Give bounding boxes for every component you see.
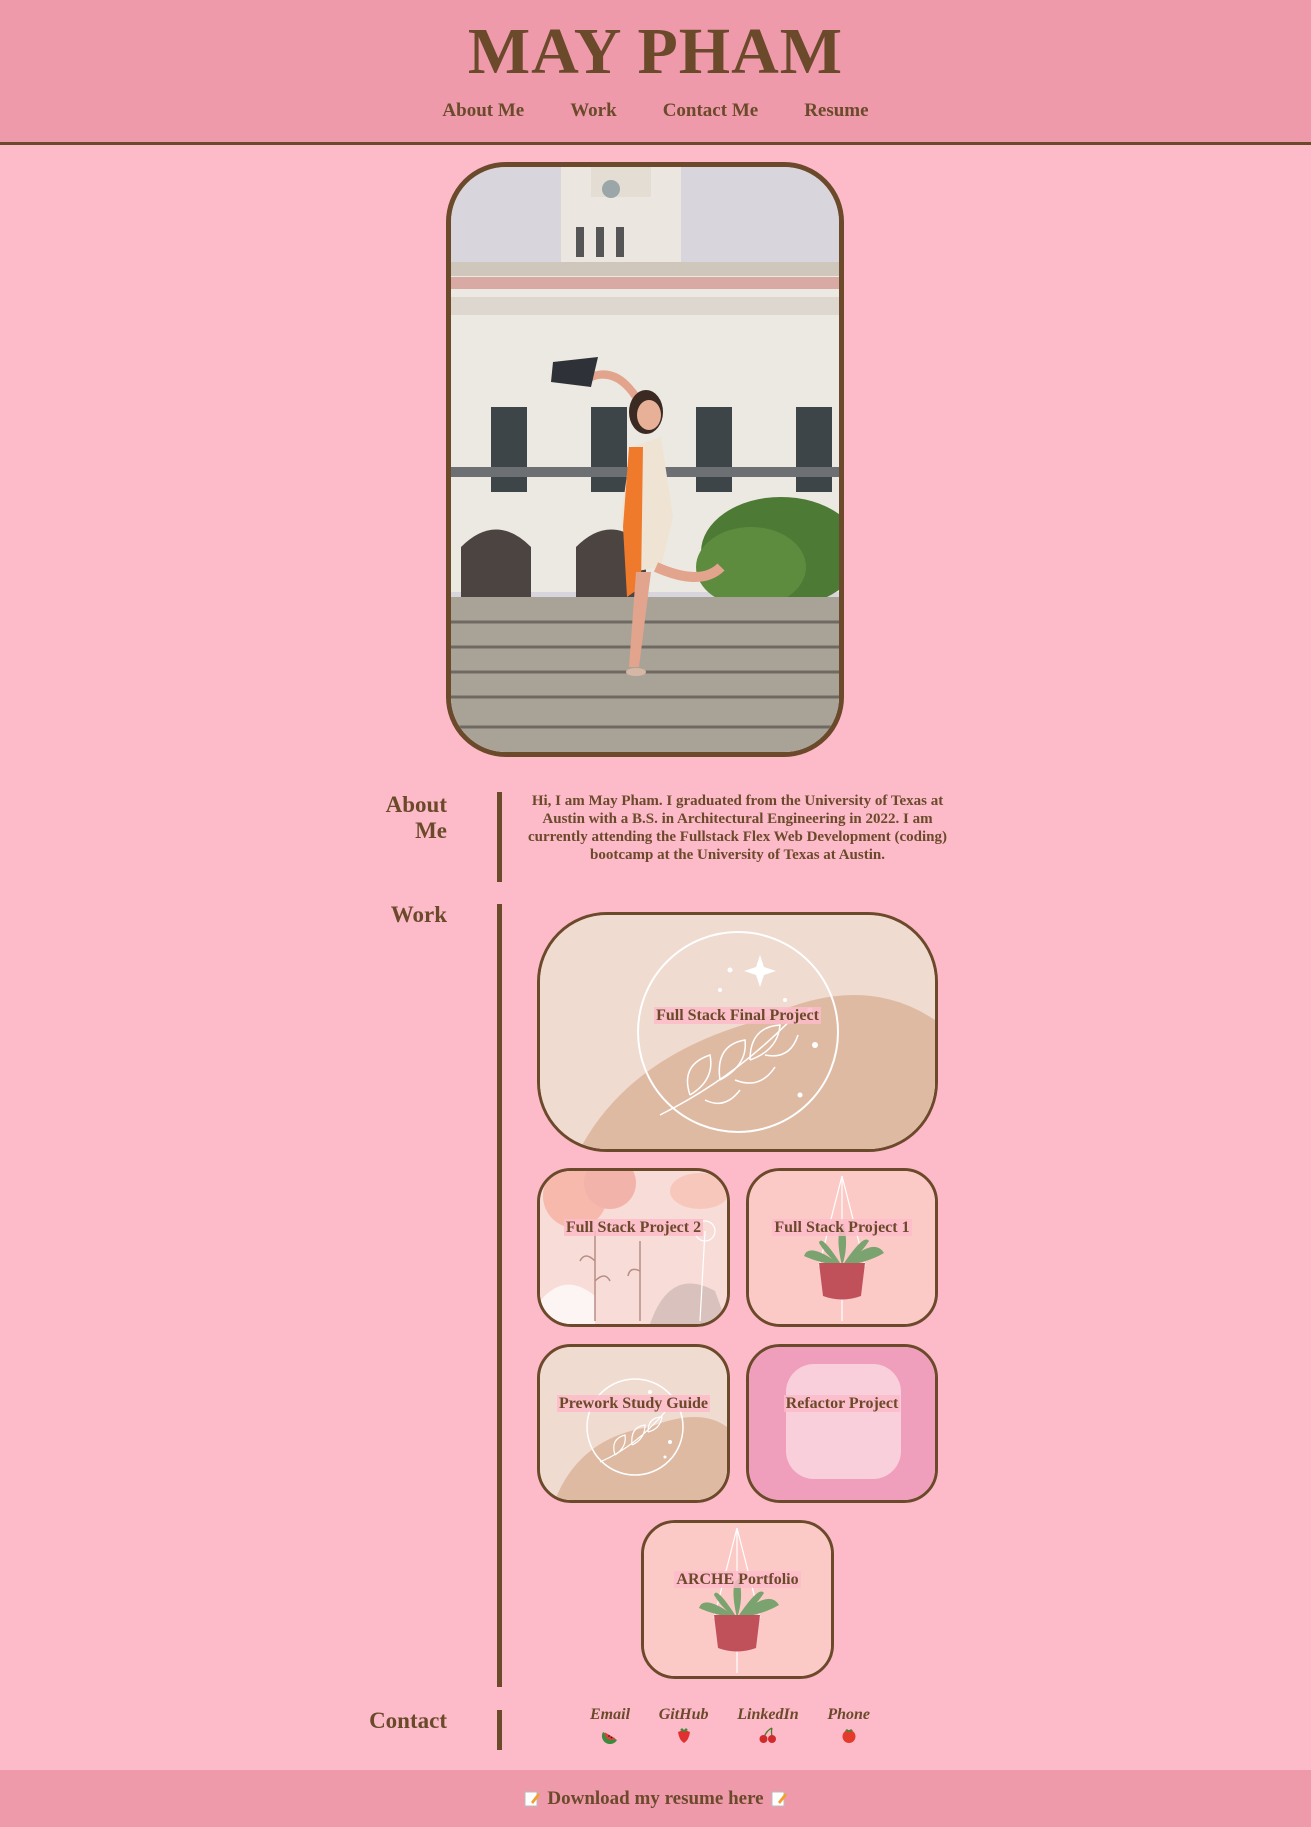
watermelon-icon: [601, 1732, 617, 1744]
about-heading-line2: Me: [415, 818, 447, 843]
site-footer: Download my resume here: [0, 1770, 1311, 1827]
memo-icon-right: [771, 1791, 787, 1806]
moon-leaf-small-illustration: [540, 1347, 727, 1500]
project-title-final: Full Stack Final Project: [654, 1007, 821, 1024]
site-title: MAY PHAM: [467, 15, 844, 88]
contact-linkedin-link[interactable]: LinkedIn: [737, 1706, 799, 1744]
download-resume-link[interactable]: Download my resume here: [523, 1788, 787, 1810]
profile-photo: [446, 162, 844, 757]
about-text: Hi, I am May Pham. I graduated from the …: [527, 793, 947, 863]
contact-github-label: GitHub: [658, 1706, 709, 1723]
contact-email-link[interactable]: Email: [590, 1706, 630, 1744]
project-card-prework[interactable]: Prework Study Guide: [537, 1344, 730, 1503]
contact-phone-label: Phone: [827, 1706, 870, 1723]
project-card-final[interactable]: Full Stack Final Project: [537, 912, 938, 1152]
contact-github-link[interactable]: GitHub: [659, 1706, 709, 1744]
contact-phone-link[interactable]: Phone: [827, 1706, 870, 1744]
hanging-plant-illustration-2: [644, 1523, 831, 1676]
nav-resume[interactable]: Resume: [804, 100, 868, 122]
contact-heading: Contact: [369, 1708, 447, 1733]
hanging-plant-illustration: [749, 1171, 935, 1324]
rounded-square-illustration: [749, 1347, 935, 1500]
project-card-arche[interactable]: ARCHE Portfolio: [641, 1520, 834, 1679]
project-card-1[interactable]: Full Stack Project 1: [746, 1168, 938, 1327]
site-header: MAY PHAM About Me Work Contact Me Resume: [0, 0, 1311, 145]
contact-divider: [497, 1710, 502, 1750]
about-heading-line1: About: [385, 792, 447, 817]
download-resume-text: Download my resume here: [547, 1787, 764, 1809]
project-title-1: Full Stack Project 1: [772, 1219, 912, 1236]
project-title-refactor: Refactor Project: [783, 1395, 901, 1412]
nav-contact-me[interactable]: Contact Me: [663, 100, 759, 122]
about-heading: About Me: [340, 792, 447, 844]
work-divider: [497, 904, 502, 1687]
project-card-refactor[interactable]: Refactor Project: [746, 1344, 938, 1503]
memo-icon: [524, 1791, 541, 1806]
botanical-illustration: [540, 1171, 727, 1324]
tomato-icon: [842, 1729, 856, 1743]
project-title-2: Full Stack Project 2: [563, 1219, 704, 1236]
strawberry-icon: [677, 1728, 690, 1743]
work-heading: Work: [390, 902, 447, 927]
contact-links: Email GitHub LinkedIn Phone: [590, 1706, 870, 1744]
cherries-icon: [759, 1727, 776, 1743]
project-title-arche: ARCHE Portfolio: [674, 1571, 801, 1588]
moon-leaf-illustration: [540, 915, 935, 1149]
nav-work[interactable]: Work: [570, 100, 616, 122]
main-nav: About Me Work Contact Me Resume: [0, 100, 1311, 122]
project-card-2[interactable]: Full Stack Project 2: [537, 1168, 730, 1327]
nav-about-me[interactable]: About Me: [442, 100, 524, 122]
about-divider: [497, 792, 502, 882]
contact-linkedin-label: LinkedIn: [737, 1706, 799, 1723]
contact-email-label: Email: [590, 1706, 631, 1723]
project-title-prework: Prework Study Guide: [556, 1395, 711, 1412]
